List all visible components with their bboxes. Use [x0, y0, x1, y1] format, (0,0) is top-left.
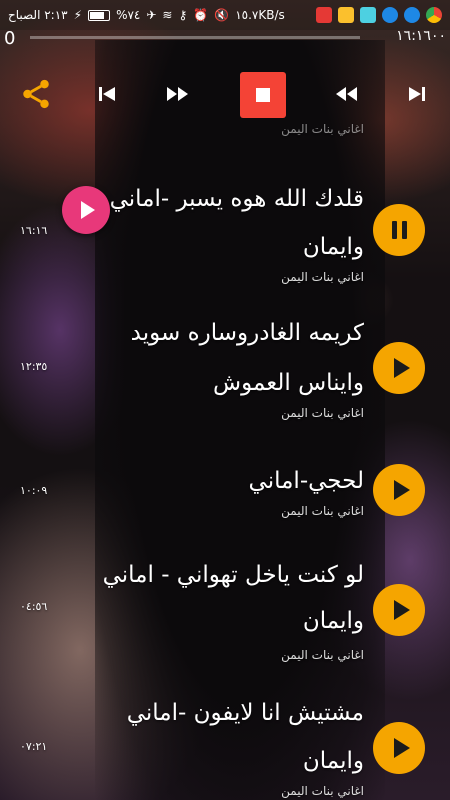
song-title: كريمه الغادروساره سويد [130, 320, 364, 346]
song-duration: ١٠:٠٩ [20, 484, 48, 497]
rewind-icon [336, 87, 357, 101]
chrome-icon [426, 7, 442, 23]
song-artist: اغاني بنات اليمن [281, 784, 364, 798]
total-duration: ١٦:١٦٠٠ [396, 28, 446, 44]
song-artist: اغاني بنات اليمن [281, 270, 364, 284]
song-item[interactable]: لحجي-اماني اغاني بنات اليمن ١٠:٠٩ [0, 452, 450, 532]
song-duration: ٠٧:٢١ [20, 740, 48, 753]
play-icon [393, 738, 410, 758]
status-right [316, 7, 442, 23]
song-artist: اغاني بنات اليمن [281, 504, 364, 518]
play-button[interactable] [373, 342, 425, 394]
song-list: اغاني بنات اليمن قلدك الله هوه يسبر -اما… [0, 120, 450, 800]
charging-icon: ⚡ [73, 8, 83, 22]
skip-next-icon [409, 87, 425, 101]
notification-app-icon [360, 7, 376, 23]
play-icon [393, 358, 410, 378]
status-bar: ٢:١٣ الصباح ⚡ %٧٤ ✈ ≋ ⚷ ⏰ 🔇 ١٥.٧KB/s [0, 0, 450, 30]
play-icon [393, 600, 410, 620]
song-duration: ١٦:١٦ [20, 224, 48, 237]
messenger-icon [404, 7, 420, 23]
pause-button[interactable] [373, 204, 425, 256]
status-time: ٢:١٣ الصباح [8, 8, 68, 22]
floating-play-button[interactable] [62, 186, 110, 234]
seek-track[interactable] [30, 36, 360, 39]
seek-bar[interactable]: 0 ١٦:١٦٠٠ [0, 28, 450, 49]
song-title-line2: وايمان [302, 748, 364, 774]
stop-button[interactable] [240, 72, 286, 118]
share-icon [23, 79, 49, 109]
messenger-icon [382, 7, 398, 23]
next-button[interactable] [405, 82, 429, 106]
notification-app-icon [316, 7, 332, 23]
airplane-icon: ✈ [146, 8, 157, 22]
song-title-line2: وايمان [302, 608, 364, 634]
play-button[interactable] [373, 722, 425, 774]
song-artist: اغاني بنات اليمن [281, 648, 364, 662]
status-left: ٢:١٣ الصباح ⚡ %٧٤ ✈ ≋ ⚷ ⏰ 🔇 ١٥.٧KB/s [8, 8, 285, 22]
song-title: مشتيش انا لايفون -اماني [126, 700, 364, 726]
network-speed: ١٥.٧KB/s [235, 8, 285, 22]
song-item[interactable]: كريمه الغادروساره سويد وايناس العموش اغا… [0, 310, 450, 450]
song-artist: اغاني بنات اليمن [281, 406, 364, 420]
skip-previous-icon [99, 87, 115, 101]
song-item[interactable]: قلدك الله هوه يسبر -اماني وايمان اغاني ب… [0, 170, 450, 310]
fast-forward-button[interactable] [165, 82, 191, 106]
key-icon: ⚷ [178, 8, 188, 22]
song-duration: ١٢:٣٥ [20, 360, 48, 373]
song-duration: ٠٤:٥٦ [20, 600, 48, 613]
share-button[interactable] [18, 76, 54, 112]
play-icon [393, 480, 410, 500]
rewind-button[interactable] [333, 82, 359, 106]
song-title-line2: وايناس العموش [213, 370, 364, 396]
notification-app-icon [338, 7, 354, 23]
song-item[interactable]: لو كنت ياخل تهواني - اماني وايمان اغاني … [0, 552, 450, 672]
play-icon [81, 201, 95, 219]
wifi-icon: ≋ [162, 8, 173, 22]
pause-icon [391, 221, 407, 239]
stop-icon [256, 88, 270, 102]
play-button[interactable] [373, 464, 425, 516]
play-button[interactable] [373, 584, 425, 636]
song-artist-partial: اغاني بنات اليمن [281, 122, 364, 136]
alarm-icon: ⏰ [193, 8, 209, 22]
song-title: لو كنت ياخل تهواني - اماني [102, 562, 364, 588]
previous-button[interactable] [95, 82, 119, 106]
battery-level: %٧٤ [116, 8, 141, 22]
player-controls [0, 70, 450, 122]
mute-icon: 🔇 [214, 8, 230, 22]
battery-icon [88, 9, 111, 21]
song-title: لحجي-اماني [248, 468, 364, 494]
current-time: 0 [4, 28, 16, 49]
song-item[interactable]: مشتيش انا لايفون -اماني وايمان اغاني بنا… [0, 690, 450, 800]
fast-forward-icon [167, 87, 188, 101]
